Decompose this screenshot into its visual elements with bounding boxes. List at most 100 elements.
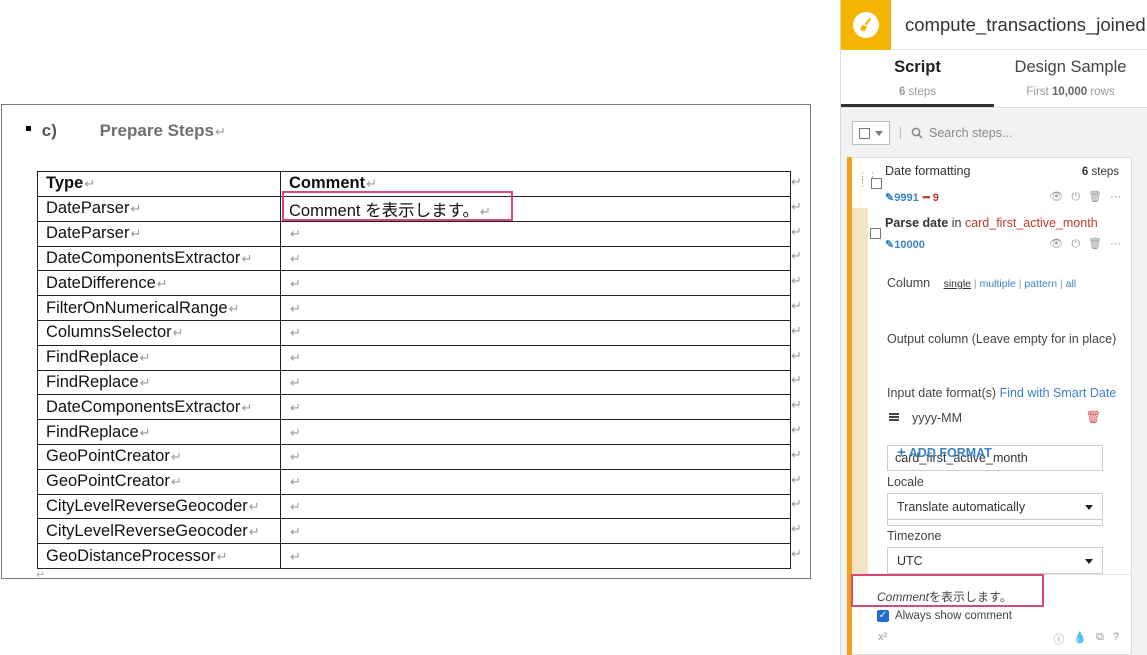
comment-cell[interactable]: ↵ xyxy=(280,518,791,545)
comment-cell[interactable]: ↵ xyxy=(280,468,791,495)
type-cell[interactable]: FindReplace↵ xyxy=(37,419,281,445)
type-cell[interactable]: GeoPointCreator↵ xyxy=(37,468,281,495)
trash-icon[interactable]: 🗑 xyxy=(1088,190,1102,204)
comment-cell[interactable]: ↵ xyxy=(280,270,791,297)
step-group-header[interactable]: ⋮⋮ ⋮⋮ Date formatting 6 steps ✎9991 ━ 9 👁… xyxy=(852,158,1131,208)
checkbox-icon xyxy=(859,127,870,139)
document-end-mark: ↵ xyxy=(36,568,46,581)
group-modified-count: ✎9991 xyxy=(885,192,919,204)
date-format-row: yyyy-MM 🗑 xyxy=(887,408,1103,430)
prepare-recipe-logo xyxy=(841,0,891,50)
type-cell[interactable]: DateComponentsExtractor↵ xyxy=(37,245,281,272)
comment-cell[interactable]: ↵ xyxy=(280,443,791,470)
row-end-mark: ↵ xyxy=(791,497,802,513)
help-icon[interactable]: ? xyxy=(1113,631,1119,647)
add-format-button[interactable]: + ADD FORMAT xyxy=(897,444,992,461)
eye-icon[interactable]: 👁 xyxy=(1049,190,1063,204)
tab-script[interactable]: Script 6 steps xyxy=(841,50,994,107)
type-cell[interactable]: ColumnsSelector↵ xyxy=(37,319,281,346)
step-title[interactable]: Parse date in card_first_active_month xyxy=(885,216,1098,230)
select-all-dropdown[interactable] xyxy=(852,121,890,145)
row-end-mark: ↵ xyxy=(791,398,802,414)
section-letter: c) xyxy=(41,121,57,140)
step-checkbox[interactable] xyxy=(870,228,881,239)
timezone-select[interactable]: UTC xyxy=(887,547,1103,574)
type-cell[interactable]: FilterOnNumericalRange↵ xyxy=(37,295,281,321)
table-row: DateDifference↵ ↵ xyxy=(37,270,791,297)
trash-icon[interactable]: 🗑 xyxy=(1088,237,1102,251)
mode-pattern[interactable]: pattern xyxy=(1024,278,1057,290)
power-icon[interactable]: ⏻ xyxy=(1071,237,1080,251)
bullet-icon xyxy=(26,126,31,132)
type-cell[interactable]: CityLevelReverseGeocoder↵ xyxy=(37,493,281,520)
row-end-mark: ↵ xyxy=(791,249,802,265)
comment-cell[interactable]: ↵ xyxy=(280,493,791,520)
table-row: CityLevelReverseGeocoder↵ ↵ xyxy=(37,518,791,545)
reorder-handle-icon[interactable] xyxy=(889,413,899,421)
type-cell[interactable]: DateComponentsExtractor↵ xyxy=(37,394,281,421)
comment-tools: x² ⓘ 💧 ⧉ ? xyxy=(878,631,1119,646)
recipe-header: compute_transactions_joined xyxy=(841,0,1147,50)
delete-format-icon[interactable]: 🗑 xyxy=(1086,410,1101,424)
locale-select[interactable]: Translate automatically xyxy=(887,493,1103,520)
group-nesting-stripe xyxy=(852,208,868,574)
eye-icon[interactable]: 👁 xyxy=(1049,237,1063,251)
mode-multiple[interactable]: multiple xyxy=(980,278,1016,290)
mode-all[interactable]: all xyxy=(1066,278,1077,290)
comment-cell[interactable]: ↵ xyxy=(280,344,791,371)
group-checkbox[interactable] xyxy=(871,178,882,189)
column-mode-selector: single | multiple | pattern | all xyxy=(943,278,1077,290)
more-icon[interactable]: ⋯ xyxy=(1110,190,1121,204)
comment-cell[interactable]: ↵ xyxy=(280,220,791,247)
tab-design-sample[interactable]: Design Sample First 10,000 rows xyxy=(994,50,1147,107)
type-cell[interactable]: GeoDistanceProcessor↵ xyxy=(37,543,281,569)
comment-cell[interactable]: ↵ xyxy=(280,369,791,396)
type-cell[interactable]: FindReplace↵ xyxy=(37,344,281,371)
color-drop-icon[interactable]: 💧 xyxy=(1073,631,1087,647)
table-row: GeoDistanceProcessor↵ ↵ xyxy=(37,543,791,569)
more-icon[interactable]: ⋯ xyxy=(1110,237,1121,251)
date-format-value[interactable]: yyyy-MM xyxy=(912,411,962,425)
type-cell[interactable]: GeoPointCreator↵ xyxy=(37,443,281,470)
search-steps-input[interactable]: Search steps... xyxy=(929,126,1012,140)
copy-icon[interactable]: ⧉ xyxy=(1096,631,1104,647)
table-row: ColumnsSelector↵ ↵ xyxy=(37,319,791,346)
type-cell[interactable]: DateDifference↵ xyxy=(37,270,281,297)
always-show-comment[interactable]: ✓ Always show comment xyxy=(877,610,1012,622)
power-icon[interactable]: ⏻ xyxy=(1071,190,1080,204)
comment-cell[interactable]: ↵ xyxy=(280,245,791,272)
checked-checkbox-icon[interactable]: ✓ xyxy=(877,610,889,622)
group-deleted-count: ━ 9 xyxy=(923,192,939,204)
comment-cell[interactable]: ↵ xyxy=(280,295,791,321)
header-type: Type↵ xyxy=(37,171,281,197)
row-end-mark: ↵ xyxy=(791,175,802,190)
comment-highlight-box xyxy=(282,191,513,221)
section-heading: c) Prepare Steps↵ xyxy=(26,121,226,141)
prepare-recipe-panel: compute_transactions_joined Script 6 ste… xyxy=(840,0,1147,655)
comment-cell[interactable]: ↵ xyxy=(280,319,791,346)
return-mark: ↵ xyxy=(214,124,226,139)
locale-label: Locale xyxy=(887,475,924,489)
table-body: DateParser↵ Comment を表示します。↵ DateParser↵ ↵ D… xyxy=(37,195,791,569)
column-label: Column single | multiple | pattern | all xyxy=(887,276,1077,290)
type-cell[interactable]: DateParser↵ xyxy=(37,220,281,247)
comment-cell[interactable]: ↵ xyxy=(280,543,791,569)
superscript-icon[interactable]: x² xyxy=(878,631,887,643)
search-icon xyxy=(911,127,923,139)
mode-single[interactable]: single xyxy=(944,278,971,290)
type-cell[interactable]: DateParser↵ xyxy=(37,195,281,222)
type-cell[interactable]: CityLevelReverseGeocoder↵ xyxy=(37,518,281,545)
recipe-title: compute_transactions_joined xyxy=(905,13,1146,35)
comment-cell[interactable]: ↵ xyxy=(280,394,791,421)
table-row: FindReplace↵ ↵ xyxy=(37,419,791,445)
broom-icon xyxy=(853,11,879,38)
type-cell[interactable]: FindReplace↵ xyxy=(37,369,281,396)
row-end-mark: ↵ xyxy=(791,522,802,538)
comment-cell[interactable]: ↵ xyxy=(280,419,791,445)
step-tools: 👁 ⏻ 🗑 ⋯ xyxy=(1049,237,1121,251)
smart-date-link[interactable]: Find with Smart Date xyxy=(1000,386,1117,400)
row-end-mark: ↵ xyxy=(791,547,802,562)
plus-icon: + xyxy=(897,444,906,461)
info-icon[interactable]: ⓘ xyxy=(1053,631,1064,647)
chevron-down-icon xyxy=(1085,505,1093,510)
